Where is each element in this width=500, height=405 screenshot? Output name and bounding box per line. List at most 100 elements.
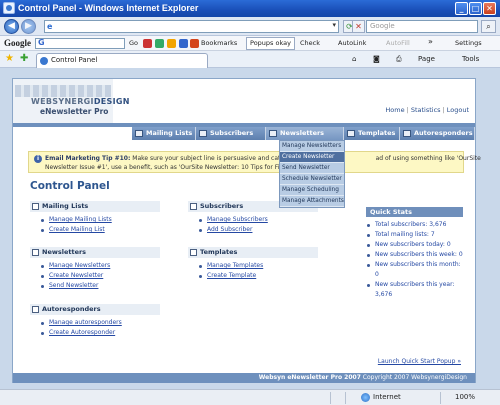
minimize-button[interactable]: _ [455,2,468,15]
tab-templates[interactable]: Templates [344,127,400,140]
back-icon[interactable]: ◀ [4,19,19,34]
create-newsletter-link[interactable]: Create Newsletter [40,271,160,281]
forward-icon[interactable]: ▶ [21,19,36,34]
statistics-link[interactable]: Statistics [411,106,441,114]
pagerank-icon[interactable] [143,39,152,48]
window-title: Control Panel - Windows Internet Explore… [18,3,199,13]
section-title: Newsletters [42,248,87,256]
manage-autoresponders-link[interactable]: Manage autoresponders [40,318,160,328]
page-viewport: WEBSYNERGIDESIGN eNewsletter Pro Home | St… [0,68,500,389]
home-link[interactable]: Home [385,106,404,114]
stat-new-month: New subscribers this month: 0 [366,260,463,280]
address-input[interactable]: e ▾ [44,20,339,33]
add-favorites-icon[interactable]: ✚ [20,53,28,64]
page-title: Control Panel [30,180,110,192]
favorites-star-icon[interactable]: ★ [5,53,14,64]
news-icon[interactable] [155,39,164,48]
address-dropdown-icon[interactable]: ▾ [332,21,336,29]
send-newsletter-link[interactable]: Send Newsletter [40,281,160,291]
logo-text-a: WEBSYNERGI [31,97,94,106]
create-autoresponder-link[interactable]: Create Autoresponder [40,328,160,338]
search-input[interactable]: Google [366,20,478,33]
google-logo: Google [4,38,31,48]
menu-send-newsletter[interactable]: Send Newsletter [280,163,344,174]
google-go-button[interactable]: Go [129,39,138,47]
settings-button[interactable]: Settings [455,39,482,47]
newsletters-dropdown: Manage Newsletters Create Newsletter Sen… [279,140,345,208]
autofill-button[interactable]: AutoFill [386,39,410,47]
manage-newsletters-link[interactable]: Manage Newsletters [40,261,160,271]
tab-autoresponders[interactable]: Autoresponders [400,127,475,140]
blogger-icon[interactable] [190,39,199,48]
launch-quick-start-link[interactable]: Launch Quick Start Popup » [378,358,461,365]
tab-label: Control Panel [51,56,98,64]
toolbar-more-icon[interactable]: » [428,37,433,46]
stat-total-subscribers: Total subscribers: 3,676 [366,220,463,230]
templates-icon [347,130,355,137]
tab-page-icon [40,57,48,65]
section-title: Templates [200,248,238,256]
tools-menu[interactable]: Tools [462,55,479,63]
stat-new-week: New subscribers this week: 0 [366,250,463,260]
stat-new-year: New subscribers this year: [366,280,463,290]
feeds-icon[interactable]: ◙ [373,55,380,63]
menu-manage-attachments[interactable]: Manage Attachments [280,196,344,207]
security-zone: Internet [373,393,401,401]
autolink-button[interactable]: AutoLink [338,39,366,47]
internet-zone-icon [361,393,370,402]
menu-schedule-newsletter[interactable]: Schedule Newsletter [280,174,344,185]
manage-mailing-lists-link[interactable]: Manage Mailing Lists [40,215,160,225]
menu-create-newsletter[interactable]: Create Newsletter [280,152,344,163]
manage-subscribers-link[interactable]: Manage Subscribers [198,215,318,225]
newsletters-icon [269,130,277,137]
tip-title: Email Marketing Tip #10: [45,155,131,162]
create-template-link[interactable]: Create Template [198,271,318,281]
gmail-icon[interactable] [179,39,188,48]
tab-mailing-lists[interactable]: Mailing Lists [132,127,196,140]
footer-copyright: Copyright 2007 WebsynergiDesign [360,374,467,381]
logo-product-name: eNewsletter Pro [40,107,109,116]
status-bar: Internet 100% [0,389,500,405]
stat-new-year-value: 3,676 [375,291,393,298]
app-frame: WEBSYNERGIDESIGN eNewsletter Pro Home | St… [12,78,481,383]
zoom-level[interactable]: 100% [455,393,475,401]
ie-app-icon [3,2,15,14]
close-button[interactable]: ✕ [483,2,496,15]
mailing-list-icon [135,130,143,137]
search-icon[interactable]: ⌕ [481,20,496,33]
menu-manage-newsletters[interactable]: Manage Newsletters [280,141,344,152]
tab-newsletters[interactable]: Newsletters [266,127,344,140]
templates-section: Templates Manage Templates Create Templa… [188,247,318,281]
add-subscriber-link[interactable]: Add Subscriber [198,225,318,235]
google-search-letter: G [38,38,45,47]
bookmark-star-icon[interactable] [167,39,176,48]
tip-text-2: Newsletter Issue #1', use a benefit, suc… [45,164,307,171]
logo-text-b: DESIGN [93,97,130,106]
print-icon[interactable]: ⎙ [396,55,402,64]
page-menu[interactable]: Page [418,55,435,63]
browser-tab[interactable]: Control Panel [36,53,208,68]
section-title: Subscribers [200,202,244,210]
address-toolbar: ◀ ▶ e ▾ ⟳ ✕ Google ⌕ [0,17,500,36]
popups-okay-button[interactable]: Popups okay [246,37,295,50]
home-icon[interactable]: ⌂ [352,55,356,63]
mailing-list-icon [32,203,39,210]
subscriber-icon [190,203,197,210]
browser-tab-row: ★ ✚ Control Panel ⌂ ◙ ⎙ Page Tools [0,51,500,68]
subscribers-icon [199,130,207,137]
maximize-button[interactable]: □ [469,2,482,15]
stop-icon[interactable]: ✕ [352,20,365,33]
ie-page-icon: e [47,22,53,31]
section-title: Autoresponders [42,305,101,313]
stat-new-today: New subscribers today: 0 [366,240,463,250]
check-button[interactable]: Check [300,39,320,47]
menu-manage-scheduling[interactable]: Manage Scheduling [280,185,344,196]
create-mailing-list-link[interactable]: Create Mailing List [40,225,160,235]
bookmarks-button[interactable]: Bookmarks [201,39,237,47]
stat-total-mailing-lists: Total mailing lists: 7 [366,230,463,240]
google-search-input[interactable]: G [35,38,125,49]
tab-subscribers[interactable]: Subscribers [196,127,266,140]
info-icon: i [34,155,42,163]
logout-link[interactable]: Logout [447,106,469,114]
manage-templates-link[interactable]: Manage Templates [198,261,318,271]
